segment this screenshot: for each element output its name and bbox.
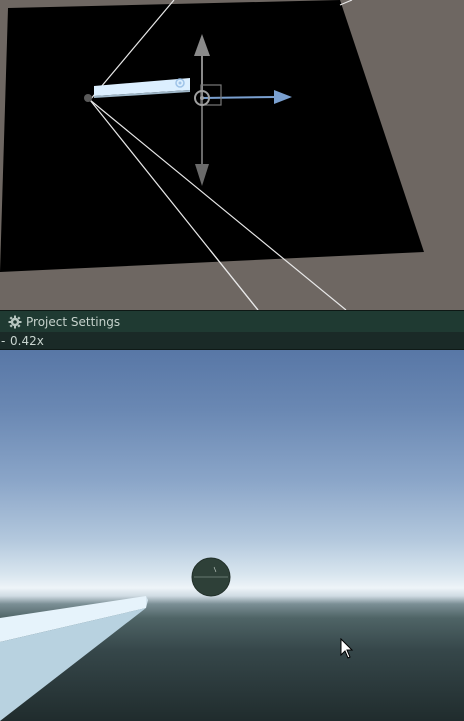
sphere-object[interactable]	[191, 557, 231, 597]
gear-icon	[8, 315, 22, 329]
editor-tab-bar: Project Settings	[0, 310, 464, 332]
scene-view[interactable]	[0, 0, 464, 310]
game-view[interactable]	[0, 350, 464, 721]
ground-plane[interactable]	[0, 0, 424, 272]
tab-label: Project Settings	[26, 315, 121, 329]
scale-slider-handle[interactable]: -	[0, 334, 7, 348]
scene-canvas[interactable]	[0, 0, 464, 310]
unity-editor: Project Settings - 0.42x	[0, 0, 464, 721]
scale-slider[interactable]: - 0.42x	[0, 333, 44, 349]
scale-value: 0.42x	[10, 334, 44, 348]
plank-object[interactable]	[0, 596, 148, 721]
mouse-cursor-icon	[340, 638, 354, 659]
game-canvas[interactable]	[0, 350, 464, 721]
game-view-toolbar: - 0.42x	[0, 332, 464, 350]
tab-project-settings[interactable]: Project Settings	[8, 313, 120, 331]
